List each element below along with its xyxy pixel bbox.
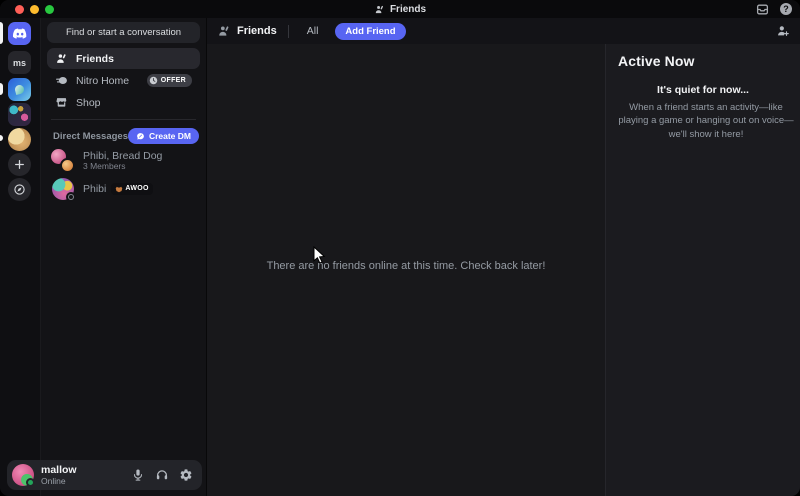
page-title: Friends bbox=[237, 25, 277, 37]
friends-header: Friends All Add Friend bbox=[207, 18, 800, 44]
server-icon-bread[interactable] bbox=[8, 128, 31, 151]
wolf-icon bbox=[116, 186, 123, 192]
user-actions bbox=[131, 468, 193, 482]
active-now-panel: Active Now It's quiet for now... When a … bbox=[605, 44, 800, 496]
titlebar-actions: ? bbox=[756, 0, 792, 18]
inbox-icon[interactable] bbox=[756, 3, 769, 16]
server-tag-badge: AWOO bbox=[111, 183, 153, 195]
friends-list-pane: There are no friends online at this time… bbox=[207, 44, 605, 496]
chat-pencil-icon bbox=[137, 132, 144, 139]
offer-badge-label: OFFER bbox=[160, 77, 186, 84]
quiet-title: It's quiet for now... bbox=[657, 84, 749, 96]
nitro-offer-badge: OFFER bbox=[146, 74, 192, 87]
server-icon-ms[interactable]: ms bbox=[8, 51, 31, 74]
dm-section-label: Direct Messages bbox=[53, 130, 128, 142]
dm-item-group[interactable]: Phibi, Bread Dog 3 Members bbox=[45, 148, 203, 174]
channel-sidebar: Find or start a conversation Friends Nit… bbox=[40, 18, 206, 496]
group-dm-avatars bbox=[51, 149, 75, 173]
friends-wave-icon bbox=[57, 54, 66, 63]
mouse-cursor bbox=[313, 246, 326, 264]
titlebar-title-group: Friends bbox=[0, 0, 800, 18]
quiet-body: When a friend starts an activity—like pl… bbox=[618, 102, 794, 140]
sidebar-item-label: Friends bbox=[76, 52, 114, 65]
home-selected-pill bbox=[0, 22, 3, 44]
dm-item-texts: Phibi AWOO bbox=[83, 183, 153, 195]
sidebar-item-friends[interactable]: Friends bbox=[47, 48, 200, 69]
nitro-icon bbox=[56, 76, 67, 85]
titlebar-title: Friends bbox=[389, 3, 427, 15]
microphone-icon[interactable] bbox=[131, 468, 145, 482]
avatar bbox=[52, 178, 76, 202]
home-button[interactable] bbox=[8, 22, 31, 45]
titlebar: Friends ? bbox=[0, 0, 800, 18]
dm-name: Phibi bbox=[83, 182, 107, 195]
friends-wave-icon bbox=[219, 26, 229, 36]
avatar[interactable] bbox=[12, 464, 35, 487]
gear-icon[interactable] bbox=[179, 468, 193, 482]
shop-icon bbox=[56, 98, 67, 107]
active-now-empty-state: It's quiet for now... When a friend star… bbox=[618, 84, 793, 141]
server-unread-pill bbox=[0, 135, 3, 141]
tab-all[interactable]: All bbox=[300, 23, 326, 39]
explore-servers-button[interactable] bbox=[8, 178, 31, 201]
main-body: There are no friends online at this time… bbox=[207, 44, 800, 496]
plus-icon bbox=[15, 160, 24, 169]
online-status-dot bbox=[26, 478, 35, 487]
user-texts: mallow Online bbox=[41, 464, 77, 487]
create-dm-button[interactable]: Create DM bbox=[127, 128, 199, 144]
server-unread-pill bbox=[0, 83, 3, 95]
status-offline-badge bbox=[66, 192, 76, 202]
new-group-dm-icon[interactable] bbox=[776, 24, 790, 38]
sidebar-item-shop[interactable]: Shop bbox=[47, 92, 200, 113]
active-now-title: Active Now bbox=[618, 53, 695, 69]
avatar bbox=[60, 158, 75, 173]
add-server-button[interactable] bbox=[8, 153, 31, 176]
server-rail: ms bbox=[0, 18, 40, 496]
help-icon[interactable]: ? bbox=[780, 3, 792, 15]
user-panel[interactable]: mallow Online bbox=[7, 460, 202, 490]
main-area: Friends All Add Friend There are no frie… bbox=[206, 18, 800, 496]
sidebar-item-label: Shop bbox=[76, 96, 101, 109]
user-status: Online bbox=[41, 476, 66, 487]
header-right-actions bbox=[776, 24, 790, 38]
create-dm-label: Create DM bbox=[148, 131, 191, 141]
dm-item-texts: Phibi, Bread Dog 3 Members bbox=[83, 150, 162, 172]
sidebar-divider bbox=[51, 119, 196, 120]
server-icon-bird[interactable] bbox=[8, 78, 31, 101]
sidebar-item-nitro[interactable]: Nitro Home OFFER bbox=[47, 70, 200, 91]
dm-item-user[interactable]: Phibi AWOO bbox=[45, 176, 203, 202]
empty-state-text: There are no friends online at this time… bbox=[266, 260, 546, 272]
add-friend-button[interactable]: Add Friend bbox=[335, 22, 406, 40]
server-tag-label: AWOO bbox=[125, 184, 149, 192]
sidebar-item-label: Nitro Home bbox=[76, 74, 130, 87]
server-icon-art[interactable] bbox=[8, 103, 31, 126]
dm-member-count: 3 Members bbox=[83, 161, 126, 172]
compass-icon bbox=[14, 184, 25, 195]
friends-wave-icon bbox=[375, 5, 383, 13]
header-separator bbox=[287, 24, 289, 38]
discord-logo-icon bbox=[12, 28, 26, 39]
dm-section-header: Direct Messages Create DM bbox=[41, 125, 206, 147]
clock-icon bbox=[149, 76, 158, 85]
discord-window: Friends ? ms Find or start a conversatio… bbox=[0, 0, 800, 496]
headphones-icon[interactable] bbox=[155, 468, 169, 482]
search-conversation-button[interactable]: Find or start a conversation bbox=[47, 22, 200, 43]
username: mallow bbox=[41, 463, 77, 476]
